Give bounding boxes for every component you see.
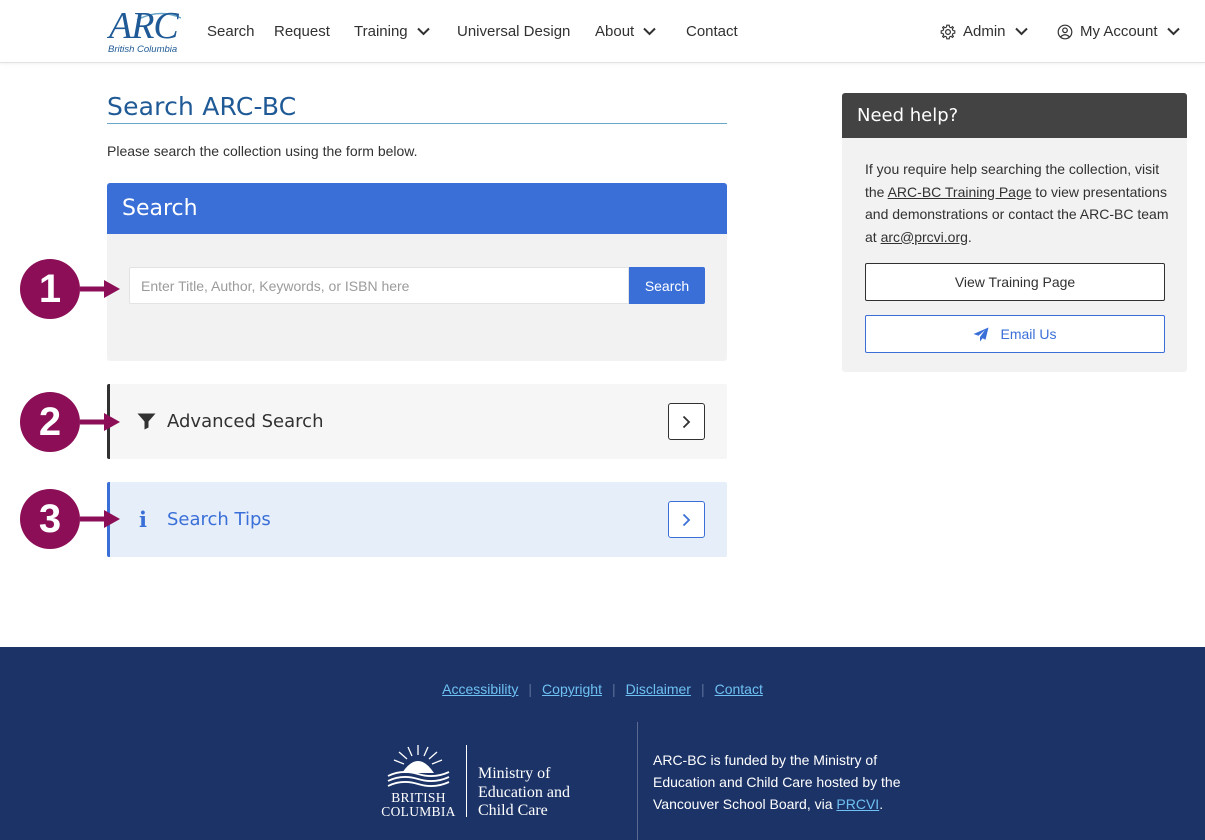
- nav-training[interactable]: Training: [354, 0, 430, 63]
- advanced-search-label: Advanced Search: [167, 411, 324, 432]
- callout-arrow-icon: [80, 413, 120, 431]
- nav-about-label: About: [595, 23, 635, 40]
- ministry-line: Ministry of: [478, 765, 551, 782]
- help-heading: Need help?: [842, 93, 1187, 138]
- ministry-line: Education and: [478, 783, 570, 801]
- nav-training-label: Training: [354, 23, 408, 40]
- gear-icon: [940, 24, 956, 39]
- paper-plane-icon: [973, 327, 989, 341]
- link-separator: |: [700, 681, 705, 697]
- chevron-down-icon: [1166, 27, 1180, 36]
- user-circle-icon: [1057, 24, 1073, 39]
- link-separator: |: [611, 681, 616, 697]
- arc-bc-logo[interactable]: ARC British Columbia: [107, 4, 187, 56]
- advanced-search-expand-button[interactable]: [668, 403, 705, 440]
- prcvi-link[interactable]: PRCVI: [836, 796, 879, 812]
- callout-badge-2: 2: [20, 392, 80, 452]
- callout-arrow-icon: [80, 280, 120, 298]
- callout-badge-1: 1: [20, 259, 80, 319]
- nav-contact-label: Contact: [686, 23, 738, 40]
- account-label: My Account: [1080, 23, 1158, 40]
- footer-link-accessibility[interactable]: Accessibility: [442, 681, 518, 697]
- nav-universal-design-label: Universal Design: [457, 23, 571, 40]
- view-training-page-button[interactable]: View Training Page: [865, 263, 1165, 301]
- page-title: Search ARC-BC: [107, 92, 297, 121]
- help-text: If you require help searching the collec…: [865, 158, 1175, 248]
- help-panel: Need help? If you require help searching…: [842, 93, 1187, 372]
- nav-request[interactable]: Request: [274, 0, 330, 63]
- logo-text: ARC: [109, 5, 179, 47]
- callout-arrow-icon: [80, 510, 120, 528]
- intro-text: Please search the collection using the f…: [107, 143, 418, 159]
- nav-universal-design[interactable]: Universal Design: [457, 0, 570, 63]
- site-header: ARC British Columbia Search Request Trai…: [0, 0, 1205, 63]
- search-tips-expand-button[interactable]: [668, 501, 705, 538]
- email-us-label: Email Us: [1000, 326, 1057, 342]
- funding-statement: ARC-BC is funded by the Ministry of Educ…: [653, 749, 943, 815]
- nav-search-label: Search: [207, 23, 255, 40]
- footer-links: Accessibility | Copyright | Disclaimer | Conta…: [0, 681, 1205, 697]
- footer-divider: [637, 722, 638, 840]
- title-divider: [107, 123, 727, 124]
- info-icon: i: [139, 507, 147, 532]
- advanced-search-panel[interactable]: Advanced Search: [107, 384, 727, 459]
- nav-search[interactable]: Search: [207, 0, 255, 63]
- nav-request-label: Request: [274, 23, 330, 40]
- bc-government-logo[interactable]: [380, 743, 457, 791]
- footer-link-contact[interactable]: Contact: [715, 681, 763, 697]
- nav-about[interactable]: About: [595, 0, 656, 63]
- bc-wordmark: BRITISH COLUMBIA: [380, 791, 457, 819]
- link-separator: |: [528, 681, 533, 697]
- chevron-down-icon: [416, 27, 430, 36]
- footer-link-copyright[interactable]: Copyright: [542, 681, 602, 697]
- logo-subtitle: British Columbia: [108, 44, 178, 55]
- search-card-heading: Search: [107, 183, 727, 234]
- search-input[interactable]: [129, 267, 629, 304]
- admin-menu[interactable]: Admin: [940, 0, 1028, 63]
- admin-label: Admin: [963, 23, 1006, 40]
- help-text-part: .: [967, 228, 972, 245]
- filter-icon: [137, 413, 156, 430]
- nav-contact[interactable]: Contact: [686, 0, 738, 63]
- search-button[interactable]: Search: [629, 267, 705, 304]
- chevron-right-icon: [682, 513, 691, 526]
- ministry-name: Ministry of Education and Child Care: [478, 765, 570, 821]
- funding-text-end: .: [879, 796, 884, 812]
- search-card: Search Search: [107, 183, 727, 361]
- account-menu[interactable]: My Account: [1057, 0, 1180, 63]
- footer-link-disclaimer[interactable]: Disclaimer: [626, 681, 691, 697]
- training-page-link[interactable]: ARC-BC Training Page: [888, 184, 1032, 200]
- bc-wordmark-line: COLUMBIA: [381, 804, 456, 819]
- bc-wordmark-line: BRITISH: [391, 790, 446, 805]
- site-footer: Accessibility | Copyright | Disclaimer | Conta…: [0, 647, 1205, 840]
- logo-divider: [466, 745, 467, 817]
- ministry-line: Child Care: [478, 802, 548, 819]
- email-link[interactable]: arc@prcvi.org: [881, 229, 968, 245]
- search-tips-label: Search Tips: [167, 509, 271, 530]
- chevron-down-icon: [1014, 27, 1028, 36]
- chevron-right-icon: [682, 415, 691, 428]
- search-tips-panel[interactable]: i Search Tips: [107, 482, 727, 557]
- chevron-down-icon: [643, 27, 656, 36]
- callout-badge-3: 3: [20, 489, 80, 549]
- email-us-button[interactable]: Email Us: [865, 315, 1165, 353]
